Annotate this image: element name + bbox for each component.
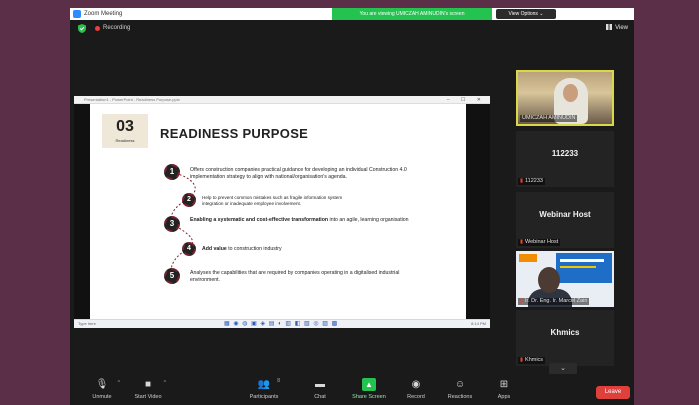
participant-avatar-name: 112233: [551, 149, 579, 158]
gear-1-icon: 1: [164, 164, 180, 180]
participant-name: ▮ 112233: [518, 178, 545, 185]
screen-share-banner: You are viewing UMICZAH AMINUDIN's scree…: [332, 8, 492, 20]
participant-name: ▮ Webinar Host: [518, 239, 561, 246]
participant-avatar-name: Webinar Host: [539, 210, 591, 219]
taskbar-app-icons: ▦ ◉ ◍ ▣ ◈ ▤ ◐ ▥ ◧ ▧ ◎ ▨ ▩: [224, 321, 339, 327]
participant-tile-khmics[interactable]: Khmics ▮ Khmics: [516, 310, 614, 366]
meeting-toolbar: 🎙 ^ Unmute ■ ^ Start Video 👥 8 Participa…: [70, 374, 634, 405]
apps-icon: ⊞: [499, 379, 509, 390]
start-video-button[interactable]: ■ ^ Start Video: [122, 378, 174, 404]
participant-tile-webinar-host[interactable]: Webinar Host ▮ Webinar Host: [516, 192, 614, 248]
person-face: [563, 84, 578, 102]
participants-label: Participants: [249, 394, 279, 400]
participant-name: ▮ Khmics: [518, 357, 546, 364]
gear-4-icon: 4: [182, 242, 196, 256]
share-screen-icon: ▲: [362, 378, 376, 391]
zoom-window: Zoom Meeting You are viewing UMICZAH AMI…: [70, 8, 634, 405]
shield-icon[interactable]: [78, 24, 86, 33]
mic-muted-icon: ▮: [520, 178, 524, 184]
reactions-icon: ☺: [454, 379, 466, 390]
participant-name: UMICZAH AMINUDIN: [520, 115, 578, 122]
item-1-text: Offers construction companies practical …: [190, 167, 407, 180]
shared-screen: Presentation1 - PowerPoint - Readiness P…: [74, 96, 490, 328]
leave-button[interactable]: Leave: [596, 386, 630, 399]
chevron-up-icon[interactable]: ^: [164, 380, 166, 386]
recording-icon: [95, 26, 100, 31]
participant-tile-112233[interactable]: 112233 ▮ 112233: [516, 131, 614, 187]
mic-muted-icon: ▮: [520, 239, 524, 245]
grid-icon: [606, 24, 613, 31]
apps-button[interactable]: ⊞ Apps: [478, 378, 530, 404]
view-options-button[interactable]: View Options ⌄: [496, 9, 556, 19]
readiness-item-3: Enabling a systematic and cost-effective…: [190, 217, 420, 224]
window-titlebar: Zoom Meeting You are viewing UMICZAH AMI…: [70, 8, 634, 20]
video-off-icon: ■: [144, 379, 152, 390]
shared-taskbar: Type here ▦ ◉ ◍ ▣ ◈ ▤ ◐ ▥ ◧ ▧ ◎ ▨ ▩ 8:14…: [74, 319, 490, 328]
item-5-text: Analyses the capabilities that are requi…: [190, 270, 400, 283]
mic-muted-icon: ▮: [520, 357, 524, 363]
readiness-item-5: Analyses the capabilities that are requi…: [190, 270, 422, 284]
backdrop-banner-line: [560, 259, 604, 262]
share-screen-label: Share Screen: [352, 394, 386, 400]
backdrop-banner-accent: [560, 266, 596, 268]
meeting-status-row: Recording View: [70, 20, 634, 36]
taskbar-clock: 8:14 PM: [471, 321, 486, 326]
apps-label: Apps: [497, 394, 511, 400]
item-3-bold: Enabling a systematic and cost-effective…: [190, 217, 329, 223]
participant-name-text: Khmics: [525, 357, 544, 363]
backdrop-logo: [519, 254, 537, 262]
readiness-item-1: Offers construction companies practical …: [190, 167, 426, 181]
shared-window-title: Presentation1 - PowerPoint - Readiness P…: [84, 97, 180, 102]
gear-connector-line: [170, 171, 196, 279]
slide-area: 03 Readiness READINESS PURPOSE 1 Offers …: [74, 104, 490, 319]
participants-icon: 👥: [257, 379, 271, 390]
mic-muted-icon: ▮: [520, 298, 524, 304]
participants-count: 8: [277, 378, 280, 384]
participant-name-text: 112233: [525, 178, 543, 184]
window-title: Zoom Meeting: [84, 11, 123, 17]
shared-window-titlebar: Presentation1 - PowerPoint - Readiness P…: [74, 96, 490, 104]
recording-label[interactable]: Recording: [103, 24, 130, 32]
item-2-text: Help to prevent common mistakes such as …: [202, 195, 343, 206]
zoom-logo-icon: [73, 10, 81, 18]
shared-window-controls: – ☐ ✕: [446, 97, 486, 103]
readiness-item-4: Add value to construction industry: [202, 246, 362, 253]
unmute-button[interactable]: 🎙 ^ Unmute: [76, 378, 128, 404]
taskbar-search: Type here: [78, 321, 96, 326]
mic-muted-icon: 🎙: [95, 379, 109, 390]
participant-tile-umiczah[interactable]: UMICZAH AMINUDIN: [516, 70, 614, 126]
view-button[interactable]: View: [606, 24, 628, 32]
chat-icon: ▬: [315, 379, 325, 390]
view-label: View: [615, 25, 628, 31]
participant-name-text: Webinar Host: [525, 239, 559, 245]
participant-name: ▮ Ir. Dr. Eng. Ir. Marcel Zain: [518, 298, 590, 305]
participant-name-text: Ir. Dr. Eng. Ir. Marcel Zain: [525, 298, 588, 304]
participants-button[interactable]: 👥 8 Participants: [238, 378, 290, 404]
gear-3-icon: 3: [164, 216, 180, 232]
item-3-text: into an agile, learning organisation: [328, 217, 409, 223]
presentation-slide: 03 Readiness READINESS PURPOSE 1 Offers …: [90, 104, 466, 319]
chevron-up-icon[interactable]: ^: [118, 380, 120, 386]
gear-5-icon: 5: [164, 268, 180, 284]
readiness-item-2: Help to prevent common mistakes such as …: [202, 195, 362, 207]
item-4-bold: Add value: [202, 246, 227, 252]
gear-2-icon: 2: [182, 193, 196, 207]
chat-button[interactable]: ▬ Chat: [294, 378, 346, 404]
item-4-text: to construction industry: [226, 246, 282, 252]
person-head: [538, 267, 560, 293]
backdrop-banner: [556, 253, 612, 283]
share-screen-button[interactable]: ▲ Share Screen: [343, 378, 395, 404]
start-video-label: Start Video: [134, 394, 162, 400]
chat-label: Chat: [314, 394, 326, 400]
unmute-label: Unmute: [92, 394, 112, 400]
participant-avatar-name: Khmics: [550, 328, 580, 337]
participant-tile-speaker[interactable]: ▮ Ir. Dr. Eng. Ir. Marcel Zain: [516, 251, 614, 307]
record-icon: ◉: [411, 379, 421, 390]
